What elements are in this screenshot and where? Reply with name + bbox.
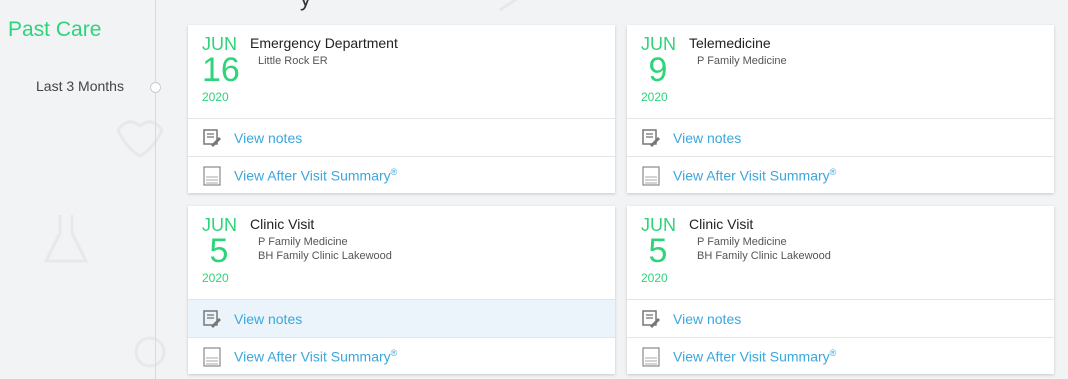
visit-location: Little Rock ER — [258, 55, 328, 67]
visit-department: P Family Medicine — [258, 236, 348, 248]
view-avs-link[interactable]: View After Visit Summary® — [188, 156, 615, 194]
visit-day: 5 — [209, 232, 229, 270]
view-notes-link[interactable]: View notes — [188, 118, 615, 156]
view-notes-label: View notes — [673, 310, 742, 327]
notes-pencil-icon — [202, 128, 222, 148]
registered-mark: ® — [390, 167, 398, 178]
visit-day: 5 — [648, 232, 668, 270]
avs-document-icon — [202, 346, 222, 367]
visit-header: JUN 5 2020 Clinic Visit P Family Medicin… — [188, 206, 615, 299]
registered-mark: ® — [829, 348, 837, 359]
view-notes-link[interactable]: View notes — [627, 118, 1054, 156]
avs-document-icon — [641, 346, 661, 367]
visit-header: JUN 5 2020 Clinic Visit P Family Medicin… — [627, 206, 1054, 299]
view-notes-link[interactable]: View notes — [188, 299, 615, 337]
visit-card: JUN 9 2020 Telemedicine P Family Medicin… — [627, 25, 1054, 193]
visit-year: 2020 — [641, 90, 668, 104]
visit-card: JUN 16 2020 Emergency Department Little … — [188, 25, 615, 193]
visit-day: 9 — [648, 51, 668, 89]
visit-location: BH Family Clinic Lakewood — [258, 250, 392, 262]
visit-year: 2020 — [202, 90, 229, 104]
registered-mark: ® — [390, 348, 398, 359]
avs-document-icon — [202, 165, 222, 186]
visit-year: 2020 — [202, 271, 229, 285]
visit-day: 16 — [202, 51, 240, 89]
flask-decoration-icon — [43, 215, 89, 263]
view-notes-label: View notes — [673, 129, 742, 146]
notes-pencil-icon — [641, 309, 661, 329]
visit-header: JUN 16 2020 Emergency Department Little … — [188, 25, 615, 118]
registered-mark: ® — [829, 167, 837, 178]
timeline-label: Last 3 Months — [36, 78, 124, 94]
view-notes-label: View notes — [234, 310, 303, 327]
visit-title: Telemedicine — [689, 35, 771, 51]
notes-pencil-icon — [641, 128, 661, 148]
clipped-header-text: y — [300, 0, 311, 12]
timeline-line — [155, 0, 156, 379]
visit-location: BH Family Clinic Lakewood — [697, 250, 831, 262]
view-avs-label: View After Visit Summary® — [673, 167, 837, 184]
visit-card: JUN 5 2020 Clinic Visit P Family Medicin… — [627, 206, 1054, 374]
view-avs-link[interactable]: View After Visit Summary® — [188, 337, 615, 375]
section-title: Past Care — [8, 18, 102, 41]
view-avs-label: View After Visit Summary® — [234, 167, 398, 184]
visit-department: P Family Medicine — [697, 236, 787, 248]
camera-decoration-icon — [134, 336, 166, 368]
visit-card: JUN 5 2020 Clinic Visit P Family Medicin… — [188, 206, 615, 374]
notes-pencil-icon — [202, 309, 222, 329]
visit-year: 2020 — [641, 271, 668, 285]
timeline-dot — [150, 82, 161, 93]
view-avs-label: View After Visit Summary® — [673, 348, 837, 365]
view-avs-link[interactable]: View After Visit Summary® — [627, 337, 1054, 375]
visit-title: Emergency Department — [250, 35, 398, 51]
visit-title: Clinic Visit — [250, 216, 315, 232]
avs-document-icon — [641, 165, 661, 186]
visit-title: Clinic Visit — [689, 216, 754, 232]
view-notes-label: View notes — [234, 129, 303, 146]
visit-header: JUN 9 2020 Telemedicine P Family Medicin… — [627, 25, 1054, 118]
visit-location: P Family Medicine — [697, 55, 787, 67]
view-avs-link[interactable]: View After Visit Summary® — [627, 156, 1054, 194]
view-notes-link[interactable]: View notes — [627, 299, 1054, 337]
view-avs-label: View After Visit Summary® — [234, 348, 398, 365]
